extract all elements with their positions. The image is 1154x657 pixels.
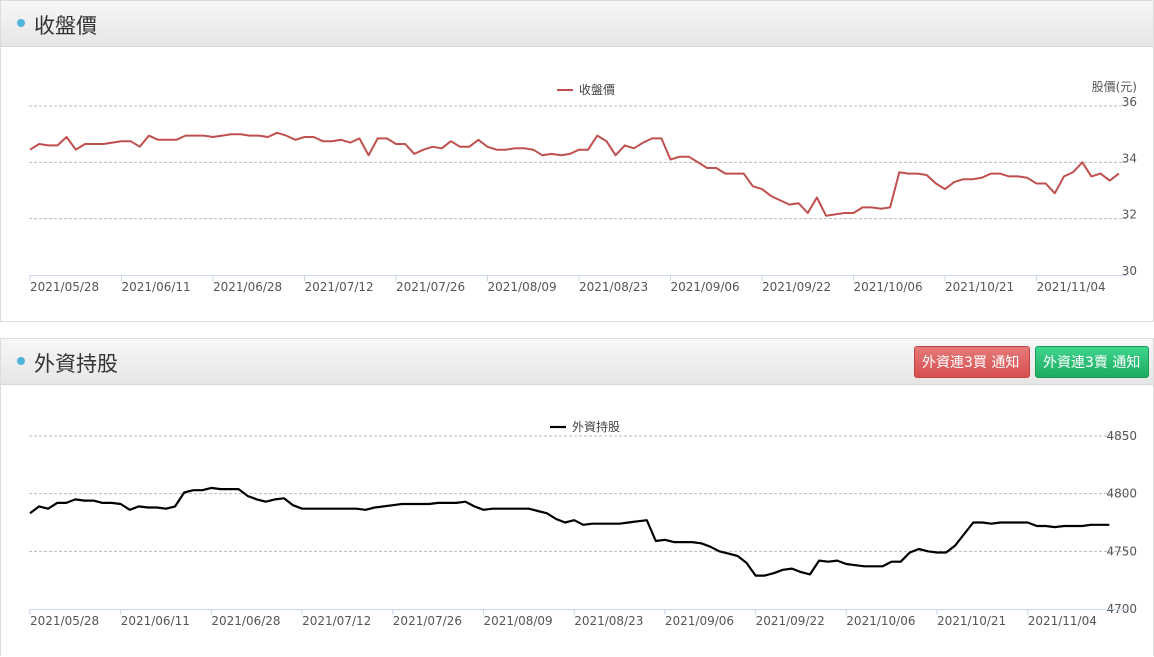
y-tick-label: 32 <box>1122 208 1137 222</box>
x-tick-label: 2021/05/28 <box>30 614 99 628</box>
closing-price-title: 收盤價 <box>34 14 97 38</box>
y-tick-label: 4800 <box>1106 487 1137 501</box>
y-tick-label: 36 <box>1122 95 1137 109</box>
foreign-holding-panel: 外資持股 外資連3買 通知 外資連3賣 通知 4700 4750 4800 4850 2… <box>0 338 1154 656</box>
x-tick-label: 2021/08/23 <box>574 614 643 628</box>
x-tick-label: 2021/06/11 <box>122 280 191 294</box>
x-tick-label: 2021/10/21 <box>937 614 1006 628</box>
x-tick-label: 2021/09/22 <box>756 614 825 628</box>
bullet-dot-icon <box>17 19 25 27</box>
x-tick-label: 2021/11/04 <box>1037 280 1106 294</box>
y-tick-label: 4850 <box>1106 429 1137 443</box>
series-line[interactable] <box>29 486 1110 577</box>
bullet-dot-icon <box>17 357 25 365</box>
x-tick-label: 2021/07/26 <box>396 280 465 294</box>
x-tick-label: 2021/08/09 <box>488 280 557 294</box>
foreign-holding-header: 外資持股 外資連3買 通知 外資連3賣 通知 <box>1 339 1153 385</box>
x-tick-label: 2021/06/28 <box>213 280 282 294</box>
foreign-buy-3-notify-button[interactable]: 外資連3買 通知 <box>914 346 1030 378</box>
x-tick-label: 2021/07/12 <box>302 614 371 628</box>
x-tick-label: 2021/11/04 <box>1028 614 1097 628</box>
x-tick-label: 2021/10/21 <box>945 280 1014 294</box>
legend-label: 外資持股 <box>572 419 620 434</box>
closing-price-panel: 收盤價 30 32 34 36 2021/05/28 2021/06/11 2021/06/… <box>0 0 1154 322</box>
closing-price-chart: 303234362021/05/28 2021/06/11 2021/06/28 20… <box>29 80 1137 294</box>
x-tick-label: 2021/08/23 <box>579 280 648 294</box>
x-tick-label: 2021/09/22 <box>762 280 831 294</box>
closing-price-header: 收盤價 <box>1 1 1153 47</box>
x-tick-label: 2021/09/06 <box>671 280 740 294</box>
legend[interactable]: 收盤價 <box>557 83 615 97</box>
legend[interactable]: 外資持股 <box>550 419 620 434</box>
series-line[interactable] <box>29 131 1120 217</box>
y-tick-label: 34 <box>1122 151 1137 165</box>
foreign-holding-title: 外資持股 <box>34 352 118 376</box>
foreign-holding-chart: 47004750480048502021/05/28 2021/06/11 2021… <box>29 419 1137 628</box>
y-tick-label: 4750 <box>1106 544 1137 558</box>
x-tick-label: 2021/09/06 <box>665 614 734 628</box>
x-tick-label: 2021/10/06 <box>854 280 923 294</box>
foreign-sell-3-notify-button[interactable]: 外資連3賣 通知 <box>1035 346 1149 378</box>
x-tick-label: 2021/07/12 <box>305 280 374 294</box>
legend-label: 收盤價 <box>579 83 615 97</box>
x-tick-label: 2021/07/26 <box>393 614 462 628</box>
y-axis-title: 股價(元) <box>1092 80 1137 94</box>
x-tick-label: 2021/06/11 <box>121 614 190 628</box>
x-tick-label: 2021/05/28 <box>30 280 99 294</box>
x-tick-label: 2021/08/09 <box>484 614 553 628</box>
x-tick-label: 2021/10/06 <box>846 614 915 628</box>
x-tick-label: 2021/06/28 <box>211 614 280 628</box>
